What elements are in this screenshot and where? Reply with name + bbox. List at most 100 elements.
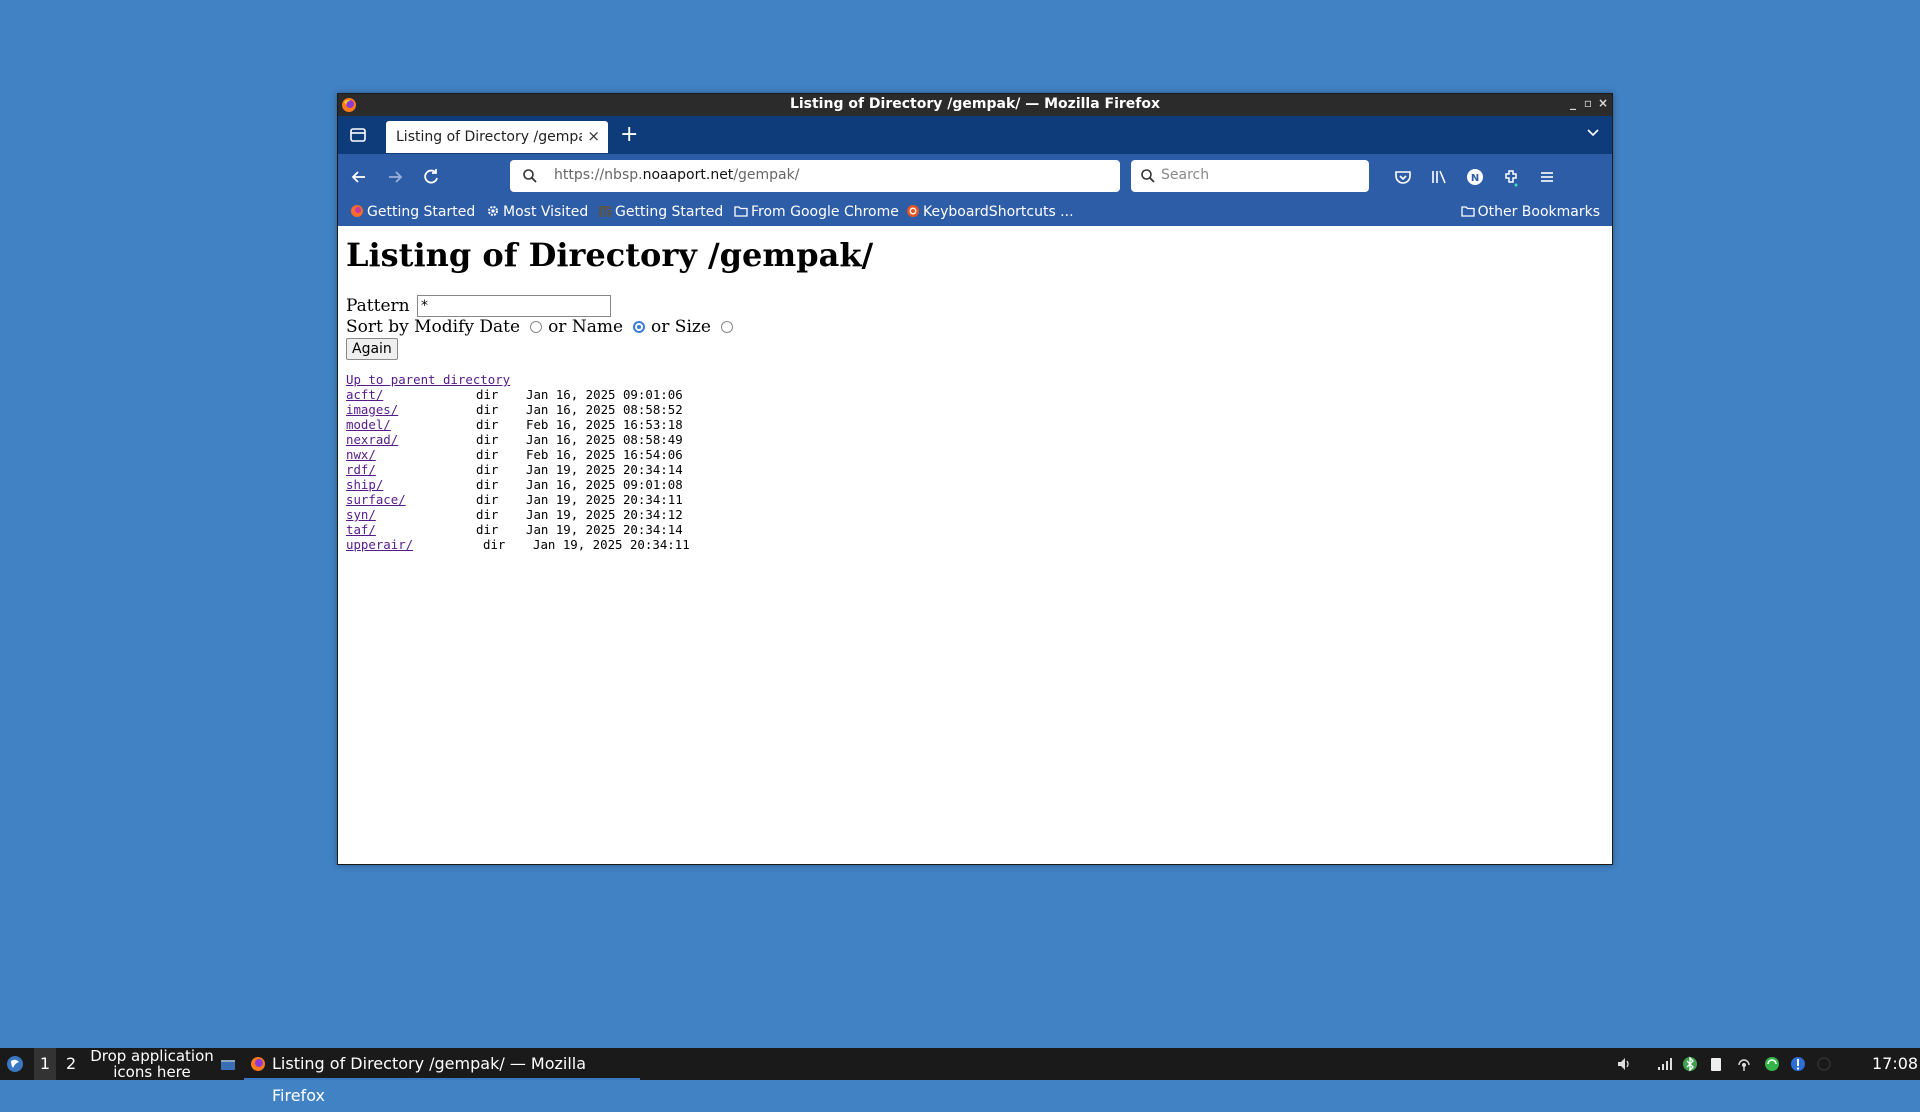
sort-date-radio[interactable] [530, 321, 543, 333]
sort-row: Sort by Modify Date or Name or Size [346, 317, 739, 337]
navigation-toolbar: https://nbsp.noaaport.net/gempak/ Search… [338, 154, 1612, 200]
taskbar-firefox-task[interactable]: Listing of Directory /gempak/ — Mozilla … [244, 1048, 640, 1105]
workspace-2[interactable]: 2 [66, 1048, 76, 1080]
search-bar[interactable]: Search [1131, 160, 1369, 192]
folder-icon [1460, 206, 1475, 217]
sort-name-radio[interactable] [633, 321, 646, 333]
network-signal-icon[interactable] [1656, 1056, 1672, 1072]
entry-type: dir [476, 402, 499, 417]
launcher-drop-area: Drop application icons here [90, 1047, 214, 1081]
pattern-row: Pattern [346, 295, 612, 317]
window-titlebar[interactable]: Listing of Directory /gempak/ — Mozilla … [338, 94, 1612, 116]
firefox-icon [351, 205, 363, 217]
entry-link[interactable]: ship/ [346, 477, 383, 492]
tab-gempak-listing[interactable]: Listing of Directory /gempak/ × [386, 121, 608, 153]
update-icon[interactable] [1764, 1056, 1780, 1072]
tab-title: Listing of Directory /gempak/ [396, 129, 582, 145]
entry-type: dir [483, 537, 506, 552]
bookmarks-toolbar: Getting Started Most Visited Getting Sta… [338, 200, 1612, 226]
pattern-input[interactable] [417, 295, 612, 317]
entry-type: dir [476, 462, 499, 477]
extensions-icon[interactable] [1500, 166, 1522, 188]
again-button[interactable]: Again [346, 338, 398, 360]
entry-date: Jan 16, 2025 08:58:49 [526, 432, 683, 447]
entry-date: Jan 16, 2025 09:01:08 [526, 477, 683, 492]
bookmark-most-visited[interactable]: Most Visited [486, 204, 588, 220]
window-title: Listing of Directory /gempak/ — Mozilla … [789, 96, 1161, 112]
firefox-view-icon[interactable] [346, 124, 370, 146]
firefox-window: Listing of Directory /gempak/ — Mozilla … [337, 93, 1613, 865]
account-avatar-icon[interactable]: N [1464, 166, 1486, 188]
entry-link[interactable]: model/ [346, 417, 391, 432]
wireless-icon[interactable] [1736, 1056, 1752, 1072]
search-icon [1141, 169, 1155, 183]
clock: 17:08 [1872, 1054, 1919, 1073]
notification-icon[interactable] [1790, 1056, 1806, 1072]
gear-icon [488, 206, 498, 216]
minimize-button[interactable]: _ [1570, 96, 1576, 110]
sort-size-label: or Size [651, 317, 711, 337]
back-arrow-icon[interactable] [348, 166, 370, 188]
ubuntu-icon [907, 205, 919, 217]
svg-text:N: N [1471, 173, 1479, 184]
url-bar[interactable]: https://nbsp.noaaport.net/gempak/ [510, 160, 1120, 192]
menu-launcher-icon[interactable] [6, 1055, 24, 1073]
entry-link[interactable]: upperair/ [346, 537, 413, 552]
firefox-icon [251, 1057, 265, 1071]
entry-type: dir [476, 432, 499, 447]
entry-type: dir [476, 387, 499, 402]
close-window-button[interactable]: × [1598, 96, 1608, 110]
entry-link[interactable]: rdf/ [346, 462, 376, 477]
entry-date: Feb 16, 2025 16:53:18 [526, 417, 683, 432]
entry-type: dir [476, 507, 499, 522]
bookmark-keyboard-shortcuts[interactable]: KeyboardShortcuts ... [906, 204, 1074, 220]
parent-directory-link[interactable]: Up to parent directory [346, 372, 510, 387]
clipboard-icon[interactable] [1708, 1056, 1724, 1072]
entry-link[interactable]: syn/ [346, 507, 376, 522]
reload-icon[interactable] [420, 166, 442, 188]
bookmark-getting-started[interactable]: Getting Started [350, 204, 475, 220]
entry-link[interactable]: nwx/ [346, 447, 376, 462]
entry-link[interactable]: nexrad/ [346, 432, 398, 447]
entry-link[interactable]: taf/ [346, 522, 376, 537]
entry-date: Feb 16, 2025 16:54:06 [526, 447, 683, 462]
bookmark-folder-from-google-chrome[interactable]: From Google Chrome [734, 204, 899, 220]
forward-arrow-icon[interactable] [384, 166, 406, 188]
entry-type: dir [476, 447, 499, 462]
entry-link[interactable]: surface/ [346, 492, 406, 507]
entry-type: dir [476, 522, 499, 537]
manjaro-icon [599, 206, 611, 217]
entry-date: Jan 16, 2025 08:58:52 [526, 402, 683, 417]
entry-date: Jan 19, 2025 20:34:12 [526, 507, 683, 522]
workspace-1[interactable]: 1 [34, 1048, 56, 1080]
sort-name-label: or Name [548, 317, 624, 337]
pocket-icon[interactable] [1392, 166, 1414, 188]
volume-icon[interactable] [1616, 1056, 1632, 1072]
entry-link[interactable]: acft/ [346, 387, 383, 402]
url-text[interactable]: https://nbsp.noaaport.net/gempak/ [554, 167, 799, 183]
new-tab-button[interactable]: + [620, 122, 638, 147]
maximize-button[interactable]: ▫ [1584, 96, 1592, 110]
pattern-label: Pattern [346, 296, 410, 316]
library-icon[interactable] [1428, 166, 1450, 188]
entry-date: Jan 16, 2025 09:01:06 [526, 387, 683, 402]
chevron-down-icon[interactable] [1586, 126, 1600, 140]
entry-date: Jan 19, 2025 20:34:11 [526, 492, 683, 507]
bookmark-other-bookmarks[interactable]: Other Bookmarks [1460, 204, 1600, 220]
entry-link[interactable]: images/ [346, 402, 398, 417]
entry-date: Jan 19, 2025 20:34:11 [533, 537, 690, 552]
tab-bar: Listing of Directory /gempak/ × + [338, 116, 1612, 154]
sort-label: Sort by Modify Date [346, 317, 521, 337]
entry-type: dir [476, 477, 499, 492]
bookmark-getting-started-2[interactable]: Getting Started [598, 204, 723, 220]
entry-date: Jan 19, 2025 20:34:14 [526, 462, 683, 477]
menu-hamburger-icon[interactable] [1536, 166, 1558, 188]
taskbar: 1 2 Drop application icons here Listing o… [0, 1047, 1920, 1105]
folder-icon [734, 206, 748, 217]
bluetooth-icon[interactable] [1682, 1056, 1698, 1072]
show-desktop-icon[interactable] [220, 1057, 236, 1073]
tab-close-icon[interactable]: × [587, 127, 600, 145]
sort-size-radio[interactable] [720, 321, 733, 333]
power-icon[interactable] [1816, 1056, 1832, 1072]
entry-type: dir [476, 417, 499, 432]
